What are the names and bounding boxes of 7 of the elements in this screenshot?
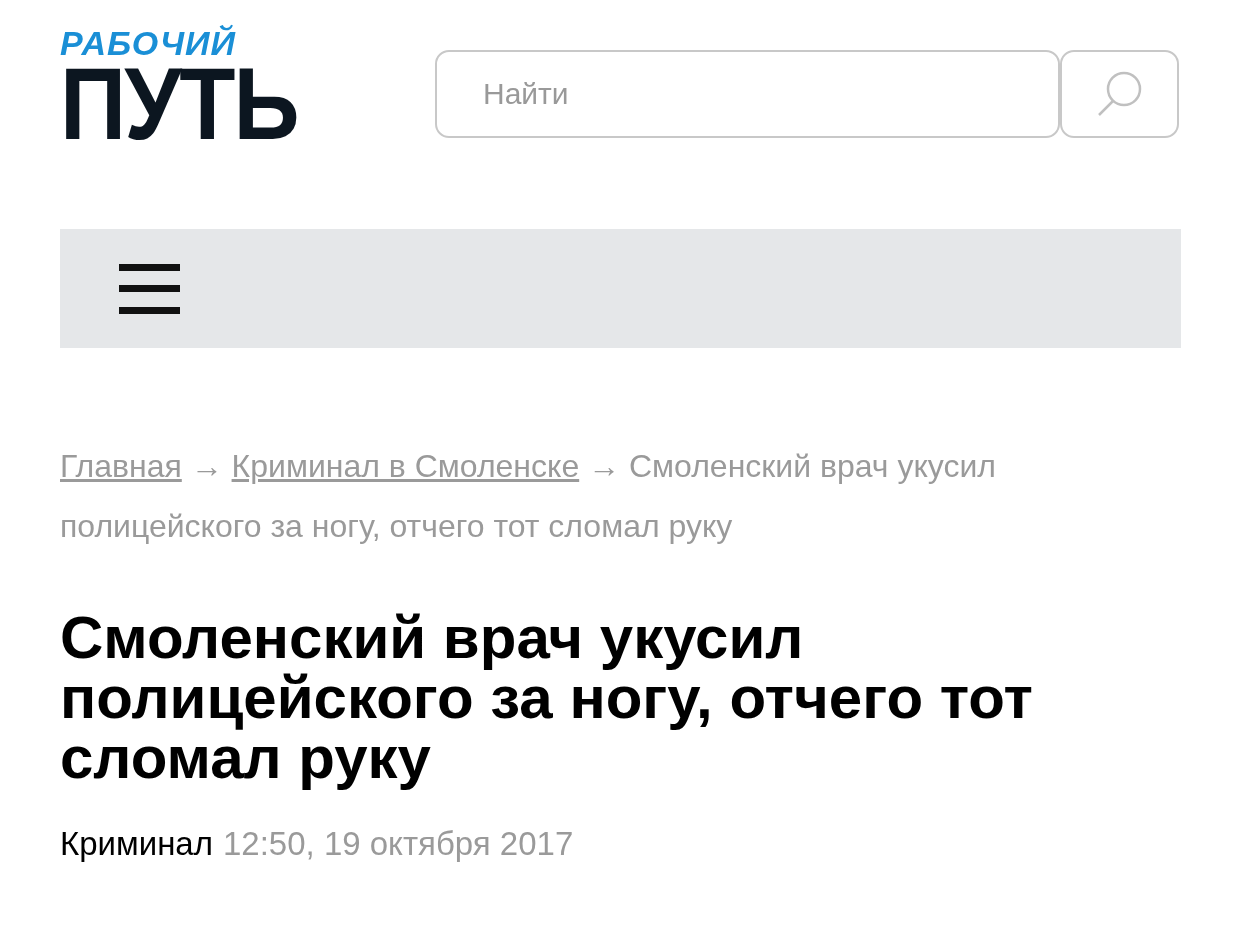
site-logo[interactable]: РАБОЧИЙ ПУТЬ bbox=[60, 26, 360, 140]
publish-date: 12:50, 19 октября 2017 bbox=[222, 824, 574, 864]
article-title: Смоленский врач укусил полицейского за ногу, отчего тот сломал руку bbox=[60, 608, 1034, 788]
search-field[interactable]: Найти bbox=[435, 50, 1060, 138]
category-link[interactable]: Криминал bbox=[60, 824, 213, 864]
breadcrumb: Главная → Криминал в Смоленске → Смоленский врач укусил полицейского за ногу, отчего тот сломал руку bbox=[60, 447, 997, 546]
menu-icon[interactable] bbox=[119, 263, 180, 314]
